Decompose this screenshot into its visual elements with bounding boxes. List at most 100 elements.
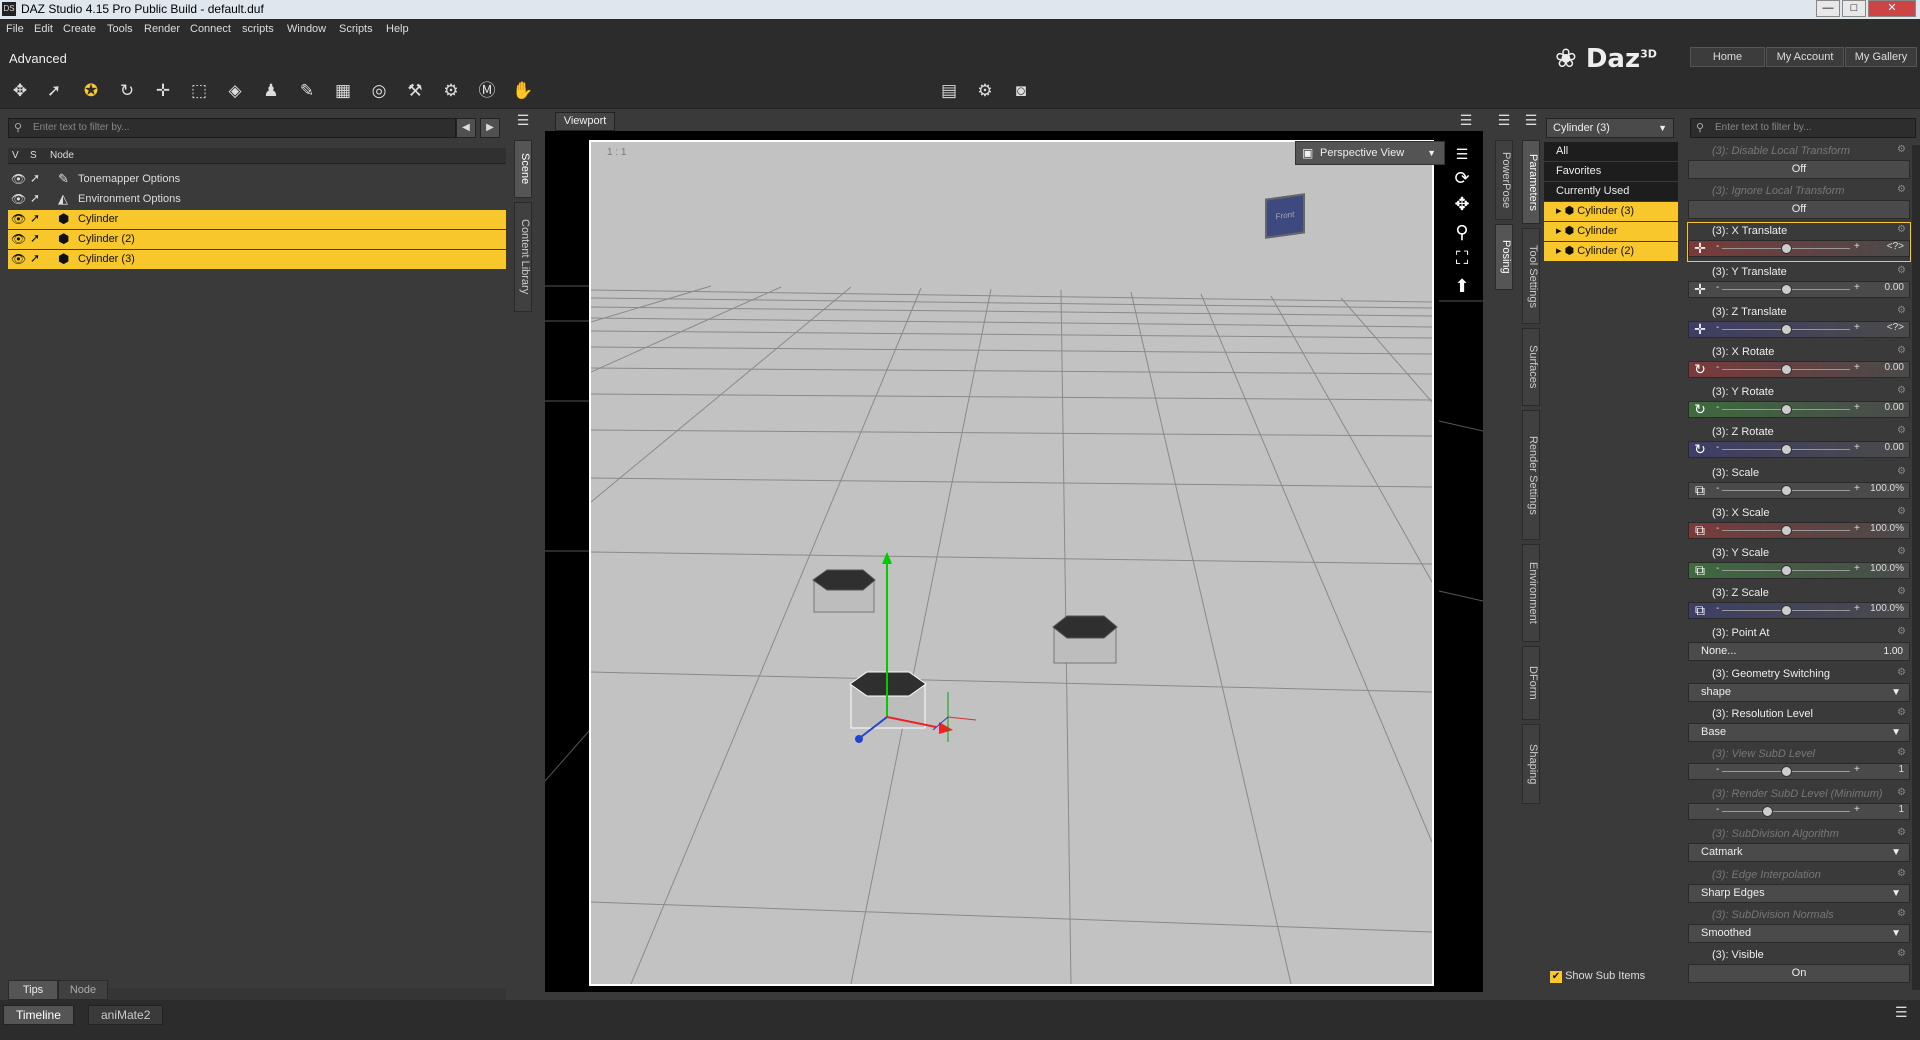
gear-icon[interactable]: ⚙: [1897, 868, 1906, 879]
plus-icon[interactable]: +: [1854, 362, 1860, 373]
viewport-options-icon[interactable]: ☰: [1450, 146, 1474, 170]
minus-icon[interactable]: -: [1716, 241, 1719, 252]
parameter[interactable]: (3): SubDivision Normals ⚙ Smoothed ▼: [1688, 907, 1910, 945]
active-pose-icon[interactable]: ✪: [80, 80, 102, 102]
hand-tool-icon[interactable]: ✋: [512, 80, 534, 102]
parameter-tool-icon[interactable]: ↻: [1690, 441, 1710, 458]
home-button[interactable]: Home: [1690, 47, 1765, 67]
gear-icon[interactable]: ⚙: [1897, 908, 1906, 919]
parameter-tool-icon[interactable]: ↻: [1690, 401, 1710, 418]
parameter[interactable]: (3): SubDivision Algorithm ⚙ Catmark ▼: [1688, 826, 1910, 864]
scene-node-row[interactable]: 👁 ➚ ⬢ Cylinder: [8, 210, 506, 229]
spot-render-icon[interactable]: ◎: [368, 80, 390, 102]
parameter-value[interactable]: 100.0%: [1870, 523, 1904, 534]
tab-scene[interactable]: Scene: [514, 140, 532, 198]
plus-icon[interactable]: +: [1854, 523, 1860, 534]
orbit-icon[interactable]: ⟳: [1450, 168, 1474, 192]
parameter-tool-icon[interactable]: ⧉: [1690, 522, 1710, 539]
parameter-tool-icon[interactable]: ⧉: [1690, 482, 1710, 499]
minus-icon[interactable]: -: [1716, 804, 1719, 815]
tab-powerpose[interactable]: PowerPose: [1495, 140, 1513, 220]
gear-icon[interactable]: ⚙: [1897, 586, 1906, 597]
zoom-icon[interactable]: ⚲: [1450, 222, 1474, 246]
menu-edit[interactable]: Edit: [34, 23, 53, 35]
tab-render-settings[interactable]: Render Settings: [1522, 410, 1540, 540]
parameter[interactable]: (3): X Rotate ⚙ ↻ - +0.00: [1688, 344, 1910, 382]
minus-icon[interactable]: -: [1716, 563, 1719, 574]
left-pane-menu-icon[interactable]: ☰: [512, 112, 534, 137]
slider-knob[interactable]: [1781, 524, 1792, 536]
node-selection-icon[interactable]: ➚: [43, 80, 65, 102]
tab-posing[interactable]: Posing: [1495, 224, 1513, 290]
menu-render[interactable]: Render: [144, 23, 180, 35]
parameter-tool-icon[interactable]: ⧉: [1690, 602, 1710, 619]
gear-icon[interactable]: ⚙: [1897, 546, 1906, 557]
gear-icon[interactable]: ⚙: [1897, 345, 1906, 356]
gear-icon[interactable]: ⚙: [1897, 707, 1906, 718]
point-at-field[interactable]: None... 1.00: [1688, 642, 1910, 662]
minus-icon[interactable]: -: [1716, 442, 1719, 453]
joint-editor-icon[interactable]: ✎: [296, 80, 318, 102]
minus-icon[interactable]: -: [1716, 282, 1719, 293]
tab-node[interactable]: Node: [58, 980, 108, 1000]
parameter-value[interactable]: 0.00: [1885, 282, 1904, 293]
category-item[interactable]: ▸ ⬢ Cylinder: [1544, 222, 1678, 241]
node-select-dropdown[interactable]: Cylinder (3) ▼: [1546, 118, 1674, 138]
plus-icon[interactable]: +: [1854, 322, 1860, 333]
gear-icon[interactable]: ⚙: [1897, 144, 1906, 155]
parameter-value[interactable]: 0.00: [1885, 442, 1904, 453]
parameter[interactable]: (3): Resolution Level ⚙ Base ▼: [1688, 706, 1910, 744]
plus-icon[interactable]: +: [1854, 282, 1860, 293]
forward-arrow-icon[interactable]: ▶: [480, 118, 500, 138]
translate-tool-icon[interactable]: ✛: [152, 80, 174, 102]
eye-icon[interactable]: 👁: [11, 232, 26, 246]
category-item[interactable]: All: [1544, 142, 1678, 161]
figure-tool-icon[interactable]: ♟: [260, 80, 282, 102]
parameter-dropdown[interactable]: Base ▼: [1688, 722, 1910, 742]
cylinder-2[interactable]: [1052, 615, 1118, 664]
render-settings-icon[interactable]: ⚙: [974, 80, 996, 102]
gear-icon[interactable]: ⚙: [1897, 184, 1906, 195]
morph-tool-icon[interactable]: Ⓜ: [476, 80, 498, 102]
select-pointer-icon[interactable]: ➚: [30, 171, 40, 185]
scene-node-row[interactable]: 👁 ➚ ⬢ Cylinder (2): [8, 230, 506, 249]
menu-create[interactable]: Create: [63, 23, 96, 35]
checkbox-checked-icon[interactable]: ✔: [1550, 971, 1562, 983]
plus-icon[interactable]: +: [1854, 442, 1860, 453]
parameter[interactable]: (3): Z Scale ⚙ ⧉ - +100.0%: [1688, 585, 1910, 623]
scene-node-row[interactable]: 👁 ➚ ⬢ Cylinder (3): [8, 250, 506, 269]
tab-parameters[interactable]: Parameters: [1522, 140, 1540, 224]
cylinder-1[interactable]: [812, 569, 876, 613]
eye-icon[interactable]: 👁: [11, 252, 26, 266]
minus-icon[interactable]: -: [1716, 764, 1719, 775]
select-pointer-icon[interactable]: ➚: [30, 191, 40, 205]
perspective-view-dropdown[interactable]: ▣ Perspective View ▼: [1295, 141, 1445, 165]
slider-knob[interactable]: [1781, 364, 1792, 375]
select-pointer-icon[interactable]: ➚: [30, 231, 40, 245]
gear-icon[interactable]: ⚙: [1897, 506, 1906, 517]
parameter-value[interactable]: <?>: [1887, 241, 1904, 252]
gear-icon[interactable]: ⚙: [1897, 747, 1906, 758]
gear-icon[interactable]: ⚙: [1897, 626, 1906, 637]
tab-viewport[interactable]: Viewport: [555, 112, 615, 131]
tab-tool-settings[interactable]: Tool Settings: [1522, 228, 1540, 324]
menu-connect[interactable]: Connect: [190, 23, 231, 35]
parameter-value[interactable]: <?>: [1887, 322, 1904, 333]
parameter-value[interactable]: 0.00: [1885, 362, 1904, 373]
scene-node-row[interactable]: 👁 ➚ ◭ Environment Options: [8, 190, 506, 209]
parameter[interactable]: (3): Disable Local Transform ⚙ Off: [1688, 143, 1910, 181]
parameter[interactable]: (3): Geometry Switching ⚙ shape ▼: [1688, 666, 1910, 704]
select-pointer-icon[interactable]: ➚: [30, 211, 40, 225]
plus-icon[interactable]: +: [1854, 563, 1860, 574]
parameter[interactable]: (3): Scale ⚙ ⧉ - +100.0%: [1688, 465, 1910, 503]
layout-name[interactable]: Advanced: [9, 51, 67, 66]
gear-icon[interactable]: ⚙: [1897, 265, 1906, 276]
tab-surfaces[interactable]: Surfaces: [1522, 328, 1540, 406]
parameter-value[interactable]: 100.0%: [1870, 563, 1904, 574]
col-visible[interactable]: V: [12, 150, 19, 161]
menu-scripts[interactable]: Scripts: [339, 23, 373, 35]
node-weight-icon[interactable]: ⚙: [440, 80, 462, 102]
pan-icon[interactable]: ✥: [1450, 194, 1474, 218]
tab-animate2[interactable]: aniMate2: [88, 1005, 164, 1025]
parameter[interactable]: (3): Y Scale ⚙ ⧉ - +100.0%: [1688, 545, 1910, 583]
